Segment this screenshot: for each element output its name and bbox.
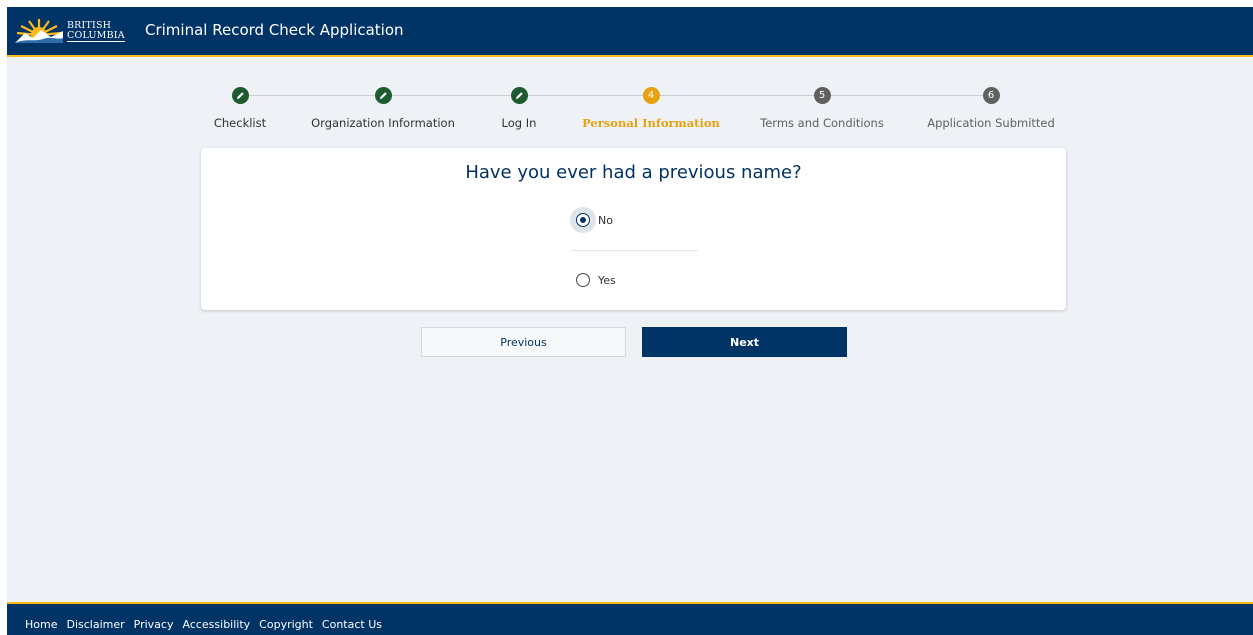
- step-number-badge: 6: [982, 87, 1000, 104]
- pencil-icon: [379, 92, 387, 100]
- radio-focus-ring: [570, 207, 596, 233]
- step-done-dot: [510, 87, 528, 104]
- step-done-dot: [231, 87, 249, 104]
- footer-link-contact-us[interactable]: Contact Us: [322, 618, 382, 631]
- radio-focus-ring: [570, 267, 596, 293]
- footer-links: Home Disclaimer Privacy Accessibility Co…: [25, 618, 382, 631]
- radio-option-no[interactable]: No: [570, 207, 613, 233]
- step-application-submitted: 6 Application Submitted: [906, 87, 1076, 130]
- step-terms-and-conditions: 5 Terms and Conditions: [737, 87, 907, 130]
- radio-button-yes[interactable]: [576, 273, 590, 287]
- question-heading: Have you ever had a previous name?: [465, 162, 802, 183]
- step-done-dot: [374, 87, 392, 104]
- step-label: Terms and Conditions: [760, 116, 884, 130]
- footer-link-disclaimer[interactable]: Disclaimer: [66, 618, 124, 631]
- sun-mountain-icon: [15, 19, 63, 43]
- header-bar: BRITISH COLUMBIA Criminal Record Check A…: [7, 7, 1253, 57]
- step-label: Application Submitted: [927, 116, 1055, 130]
- option-divider: [571, 250, 698, 251]
- step-label: Personal Information: [582, 116, 720, 130]
- previous-name-card: Have you ever had a previous name? No Ye…: [201, 148, 1066, 310]
- radio-label-yes[interactable]: Yes: [598, 274, 616, 287]
- footer-link-privacy[interactable]: Privacy: [134, 618, 174, 631]
- step-number-badge: 4: [642, 87, 660, 104]
- logo-wordmark: BRITISH COLUMBIA: [67, 20, 125, 42]
- pencil-icon: [515, 92, 523, 100]
- app-frame: BRITISH COLUMBIA Criminal Record Check A…: [7, 7, 1253, 635]
- bc-gov-logo[interactable]: BRITISH COLUMBIA: [15, 15, 125, 47]
- radio-label-no[interactable]: No: [598, 214, 613, 227]
- pencil-icon: [236, 92, 244, 100]
- radio-button-no[interactable]: [576, 213, 590, 227]
- next-button[interactable]: Next: [642, 327, 847, 357]
- footer-link-home[interactable]: Home: [25, 618, 57, 631]
- footer-link-accessibility[interactable]: Accessibility: [182, 618, 250, 631]
- step-personal-information[interactable]: 4 Personal Information: [566, 87, 736, 130]
- progress-stepper: Checklist Organization Information Log I…: [7, 87, 1253, 137]
- footer-link-copyright[interactable]: Copyright: [259, 618, 313, 631]
- app-title[interactable]: Criminal Record Check Application: [145, 21, 404, 39]
- previous-button[interactable]: Previous: [421, 327, 626, 357]
- footer-bar: Home Disclaimer Privacy Accessibility Co…: [7, 602, 1253, 635]
- step-number-badge: 5: [813, 87, 831, 104]
- radio-option-yes[interactable]: Yes: [570, 267, 616, 293]
